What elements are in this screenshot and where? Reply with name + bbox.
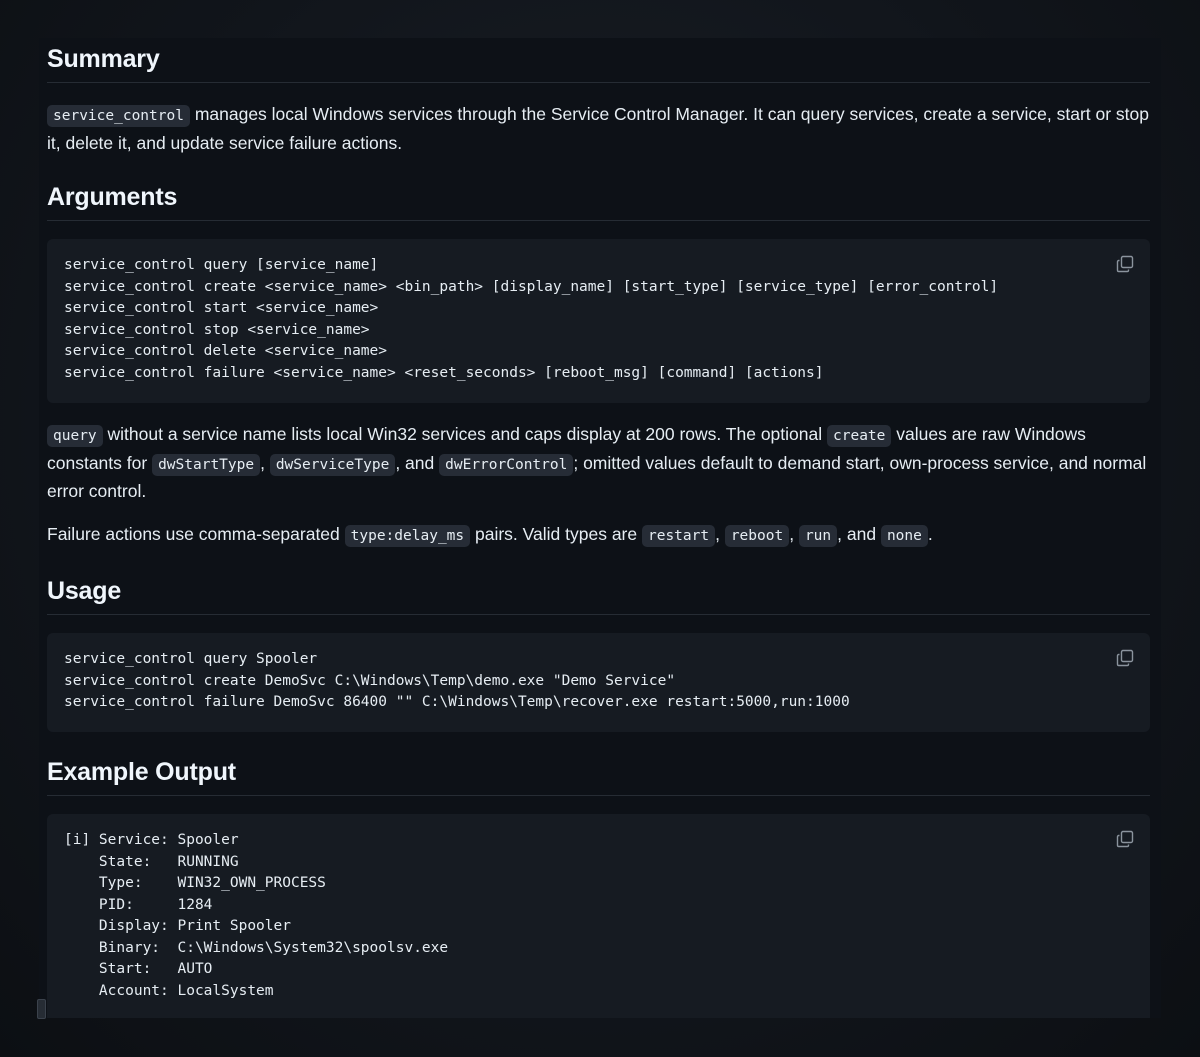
usage-code-block: service_control query Spooler service_co… [47,633,1150,732]
example-code[interactable]: [i] Service: Spooler State: RUNNING Type… [64,830,1133,1002]
inline-code: reboot [724,524,790,547]
heading-arguments: Arguments [47,183,1150,221]
text: , and [395,452,440,473]
text: , and [837,523,881,544]
usage-code[interactable]: service_control query Spooler service_co… [64,649,1133,714]
collapsed-tab-handle[interactable] [37,999,46,1019]
heading-summary: Summary [47,45,1150,83]
doc-panel: Summary service_control manages local Wi… [39,38,1161,1018]
arguments-code[interactable]: service_control query [service_name] ser… [64,255,1133,384]
text: . [927,523,933,544]
example-code-block: [i] Service: Spooler State: RUNNING Type… [47,814,1150,1018]
inline-code: dwServiceType [269,453,396,476]
heading-example-output: Example Output [47,758,1150,796]
inline-code: create [827,425,892,447]
inline-code: service_control [47,105,190,127]
inline-code: run [798,524,838,547]
inline-code: type:delay_ms [344,524,471,547]
heading-usage: Usage [47,577,1150,615]
inline-code: dwErrorControl [439,453,574,476]
text: pairs. Valid types are [470,523,642,544]
inline-code: restart [641,524,716,547]
inline-code: query [47,425,103,447]
inline-code: dwStartType [152,453,261,476]
summary-paragraph: service_control manages local Windows se… [47,101,1150,156]
inline-code: none [880,524,928,547]
text: without a service name lists local Win32… [102,424,827,444]
text: , [260,452,270,473]
failure-paragraph: Failure actions use comma-separated type… [47,521,1150,550]
copy-button[interactable] [1116,255,1134,273]
copy-icon [1116,649,1134,667]
text: , [715,523,725,544]
text: Failure actions use comma-separated [47,523,345,544]
copy-icon [1116,255,1134,273]
summary-text: manages local Windows services through t… [47,104,1149,153]
copy-button[interactable] [1116,649,1134,667]
text: , [789,523,799,544]
copy-icon [1116,830,1134,848]
query-paragraph: query without a service name lists local… [47,421,1150,505]
arguments-code-block: service_control query [service_name] ser… [47,239,1150,403]
copy-button[interactable] [1116,830,1134,848]
